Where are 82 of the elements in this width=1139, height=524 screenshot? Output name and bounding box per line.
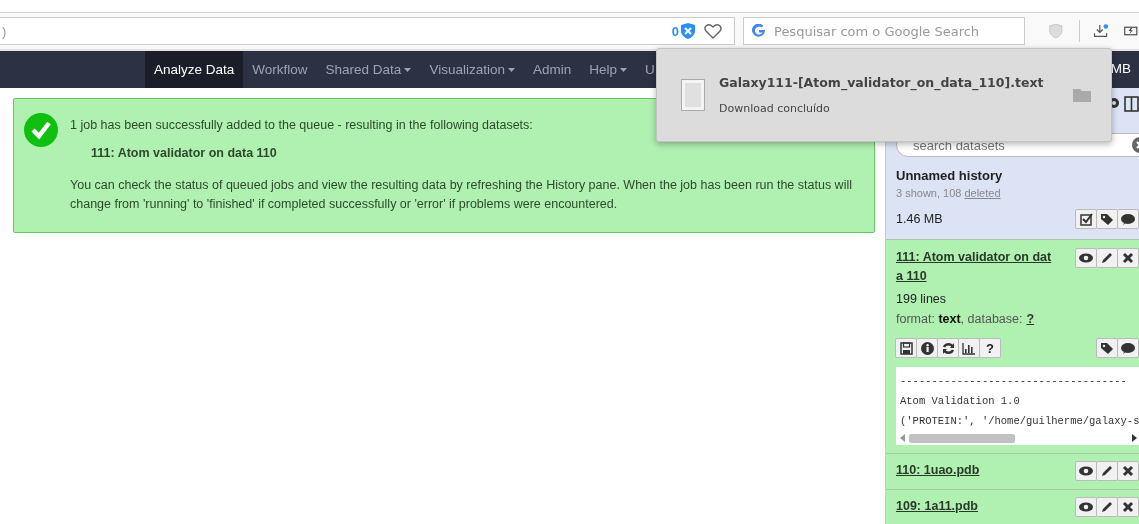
pencil-button[interactable] bbox=[1096, 497, 1118, 517]
eye-button[interactable] bbox=[1075, 497, 1097, 517]
message-text: 1 job has been successfully added to the queue - resulting in the following datasets: bbox=[70, 118, 534, 132]
tracker-count: 0 bbox=[671, 23, 679, 39]
scrollbar-thumb[interactable] bbox=[909, 433, 1015, 443]
search-input[interactable]: Pesquisar com o Google Search bbox=[772, 22, 1016, 40]
google-icon bbox=[752, 24, 766, 38]
nav-item[interactable]: Help bbox=[580, 51, 636, 88]
info-button[interactable] bbox=[916, 338, 938, 358]
tags-button[interactable] bbox=[1096, 209, 1118, 229]
save-icon bbox=[899, 341, 913, 355]
comment-icon bbox=[1121, 341, 1135, 355]
dataset-format: format: text, database: bbox=[896, 312, 1023, 326]
help-button[interactable]: ? bbox=[979, 338, 1001, 358]
refresh-button[interactable] bbox=[937, 338, 959, 358]
tags-button[interactable] bbox=[1096, 338, 1118, 358]
nav-text: MB bbox=[1110, 61, 1131, 76]
delete-icon bbox=[1122, 252, 1134, 264]
comment-button[interactable] bbox=[1117, 338, 1139, 358]
dataset-item[interactable]: 109: 1a11.pdb bbox=[886, 489, 1139, 524]
search-input[interactable]: search datasets bbox=[911, 136, 1132, 154]
checkbox-button[interactable] bbox=[1075, 209, 1097, 229]
caret-icon bbox=[404, 67, 412, 72]
scroll-right-icon[interactable] bbox=[1132, 434, 1137, 442]
nav-item[interactable]: Visualization bbox=[420, 51, 524, 88]
download-filename: Galaxy111-[Atom_validator_on_data_110].text bbox=[719, 75, 1045, 90]
delete-button[interactable] bbox=[1117, 248, 1139, 268]
scroll-left-icon[interactable] bbox=[900, 434, 905, 442]
check-circle-icon bbox=[24, 113, 58, 147]
pencil-button[interactable] bbox=[1096, 248, 1118, 268]
nav-item[interactable]: Workflow bbox=[243, 51, 317, 88]
checkbox-icon bbox=[1079, 212, 1093, 226]
tags-icon bbox=[1100, 212, 1114, 226]
delete-icon bbox=[1122, 501, 1134, 513]
message-note: You can check the status of queued jobs and view the resulting data by refreshing the History pane. When the job has been run the status will change from 'running' to 'finished' if completed successfully or 'error' if problems were encountered. bbox=[70, 177, 853, 213]
refresh-icon bbox=[941, 341, 955, 355]
shield-icon[interactable] bbox=[680, 22, 696, 40]
url-text: ) bbox=[2, 23, 8, 39]
bookmark-heart-icon[interactable] bbox=[704, 23, 722, 39]
eye-button[interactable] bbox=[1075, 461, 1097, 481]
dataset-lines: 199 lines bbox=[896, 292, 948, 306]
pencil-icon bbox=[1100, 500, 1114, 514]
delete-icon bbox=[1122, 465, 1134, 477]
peek-line: ------------------------------------ bbox=[900, 374, 1128, 389]
peek-line: Atom Validation 1.0 bbox=[900, 394, 1021, 409]
bar-chart-button[interactable] bbox=[958, 338, 980, 358]
eye-icon bbox=[1079, 465, 1093, 477]
nav-item[interactable]: Shared Data bbox=[316, 51, 421, 88]
bar-chart-icon bbox=[962, 341, 976, 355]
pencil-icon bbox=[1100, 464, 1114, 478]
nav-item[interactable]: Admin bbox=[523, 51, 581, 88]
search-field[interactable]: Pesquisar com o Google Search bbox=[743, 17, 1025, 45]
dataset-item[interactable]: 110: 1uao.pdb bbox=[886, 453, 1139, 489]
pencil-button[interactable] bbox=[1096, 461, 1118, 481]
caret-icon bbox=[507, 67, 515, 72]
eye-icon bbox=[1079, 252, 1093, 264]
dataset-title[interactable]: 111: Atom validator on data 110 bbox=[896, 248, 1058, 286]
file-icon bbox=[681, 79, 705, 111]
battery-icon[interactable] bbox=[1123, 25, 1139, 37]
caret-icon bbox=[619, 67, 627, 72]
delete-button[interactable] bbox=[1117, 461, 1139, 481]
download-status: Download concluído bbox=[719, 102, 831, 115]
history-count: 3 shown, 108 bbox=[896, 187, 962, 199]
delete-button[interactable] bbox=[1117, 497, 1139, 517]
dataset-name: 111: Atom validator on data 110 bbox=[91, 146, 278, 160]
eye-button[interactable] bbox=[1075, 248, 1097, 268]
eye-icon bbox=[1079, 501, 1093, 513]
history-size: 1.46 MB bbox=[896, 212, 943, 226]
peek-line: ('PROTEIN:', '/home/guilherme/galaxy-s bbox=[900, 414, 1139, 429]
dataset-item[interactable]: 111: Atom validator on data 110 199 lines format: text, database: ? ? ------------------------------------ Atom Validation 1.0 ('PROTEIN:', '/home/guilherme/galaxy-s bbox=[886, 239, 1139, 453]
pencil-icon bbox=[1100, 251, 1114, 265]
comment-icon bbox=[1121, 212, 1135, 226]
comment-button[interactable] bbox=[1117, 209, 1139, 229]
save-button[interactable] bbox=[895, 338, 917, 358]
nav-item[interactable]: Analyze Data bbox=[145, 51, 244, 88]
database-link[interactable]: ? bbox=[1026, 312, 1035, 326]
columns-icon[interactable] bbox=[1124, 96, 1139, 112]
history-name: Unnamed history bbox=[896, 168, 1004, 183]
info-icon bbox=[920, 341, 934, 355]
tags-icon bbox=[1100, 341, 1114, 355]
dataset-title[interactable]: 110: 1uao.pdb bbox=[896, 461, 1058, 480]
dataset-title[interactable]: 109: 1a11.pdb bbox=[896, 497, 1058, 516]
